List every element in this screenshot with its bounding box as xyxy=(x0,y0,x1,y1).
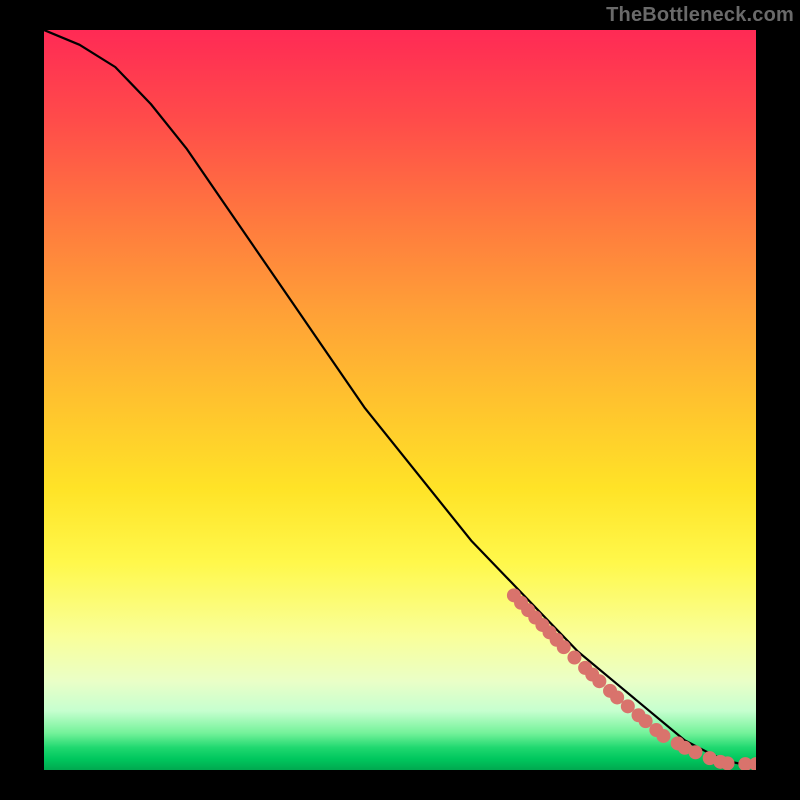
chart-plot-area xyxy=(44,30,756,770)
chart-svg xyxy=(44,30,756,770)
series-point xyxy=(721,757,734,770)
bottleneck-curve xyxy=(44,30,756,764)
series-point xyxy=(611,691,624,704)
series-point xyxy=(568,651,581,664)
curve-group xyxy=(44,30,756,764)
series-point xyxy=(639,715,652,728)
series-point xyxy=(657,729,670,742)
series-point xyxy=(689,746,702,759)
series-point xyxy=(557,641,570,654)
series-point xyxy=(593,675,606,688)
attribution-label: TheBottleneck.com xyxy=(606,4,794,27)
series-point xyxy=(621,700,634,713)
